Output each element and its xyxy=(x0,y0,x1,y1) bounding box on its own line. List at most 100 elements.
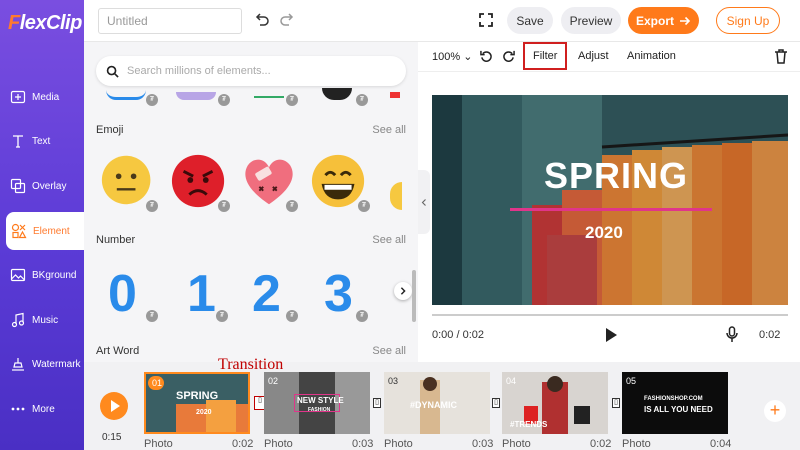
timeline-clip-2[interactable]: 02 NEW STYLE FASHION xyxy=(264,372,370,434)
element-panel: ₮ ₮ ₮ ₮ Emoji See all ₮ ₮ ₮ ₮ xyxy=(84,42,418,362)
sidebar-item-bkground[interactable]: BKground xyxy=(0,256,84,294)
transition-button-4[interactable]: ▯ xyxy=(612,398,620,408)
premium-badge-icon: ₮ xyxy=(146,94,158,106)
premium-badge-icon: ₮ xyxy=(356,94,368,106)
premium-badge-icon: ₮ xyxy=(218,94,230,106)
panel-scrollbar[interactable] xyxy=(412,270,416,322)
clip-subtext: 2020 xyxy=(196,409,212,416)
rotate-left-icon[interactable] xyxy=(480,50,493,63)
element-search[interactable] xyxy=(96,56,406,86)
clip-text: NEW STYLE xyxy=(297,396,344,405)
transition-button-3[interactable]: ▯ xyxy=(492,398,500,408)
timeline-clip-4[interactable]: 04 #TRENDS xyxy=(502,372,608,434)
trash-icon[interactable] xyxy=(774,49,788,64)
neutral-face-icon xyxy=(101,155,151,205)
sidebar-item-watermark[interactable]: Watermark xyxy=(0,345,84,383)
search-input[interactable] xyxy=(127,65,387,77)
clip-subtext: IS ALL YOU NEED xyxy=(644,405,713,414)
sidebar-item-overlay[interactable]: Overlay xyxy=(0,167,84,205)
animation-tab[interactable]: Animation xyxy=(627,50,676,62)
sidebar: FlexClip Media Text Overlay Element BKgr… xyxy=(0,0,84,450)
undo-icon[interactable] xyxy=(254,12,270,28)
emoji-angry-face[interactable]: ₮ xyxy=(170,152,230,216)
clip-number: 03 xyxy=(388,376,399,386)
premium-badge-icon: ₮ xyxy=(146,310,158,322)
preview-year-text: 2020 xyxy=(585,223,623,242)
clip-caption: Photo xyxy=(502,438,531,450)
save-button[interactable]: Save xyxy=(507,7,553,34)
clip-text: #TRENDS xyxy=(510,420,548,429)
video-preview[interactable]: SPRING 2020 xyxy=(432,95,788,305)
timeline-clip-3[interactable]: 03 #DYNAMIC xyxy=(384,372,490,434)
number-three-element[interactable]: 3 xyxy=(324,268,353,320)
sidebar-item-more[interactable]: More xyxy=(0,390,84,428)
sign-up-button[interactable]: Sign Up xyxy=(716,7,780,34)
timeline-play-button[interactable] xyxy=(100,392,128,420)
premium-badge-icon: ₮ xyxy=(216,310,228,322)
filter-tab[interactable]: Filter xyxy=(533,50,557,62)
number-zero-element[interactable]: 0 xyxy=(108,268,137,320)
total-duration: 0:02 xyxy=(759,329,781,341)
see-all-emoji-link[interactable]: See all xyxy=(372,124,406,136)
zoom-select[interactable]: 100% ⌄ xyxy=(432,50,472,63)
timeline-clip-5[interactable]: 05 FASHIONSHOP.COM IS ALL YOU NEED xyxy=(622,372,728,434)
partial-emoji xyxy=(390,182,402,210)
fullscreen-icon[interactable] xyxy=(478,12,494,28)
adjust-tab[interactable]: Adjust xyxy=(578,50,609,62)
current-time: 0:00 / 0:02 xyxy=(432,329,484,341)
microphone-icon[interactable] xyxy=(726,326,738,343)
premium-badge-icon: ₮ xyxy=(356,310,368,322)
see-all-art-word-link[interactable]: See all xyxy=(372,345,406,357)
clip-duration: 0:03 xyxy=(352,438,374,450)
emoji-neutral-face[interactable]: ₮ xyxy=(100,152,160,216)
clip-duration: 0:02 xyxy=(232,438,254,450)
flexclip-logo[interactable]: FlexClip xyxy=(8,12,82,35)
element-icon xyxy=(11,223,27,239)
sidebar-item-label: More xyxy=(32,403,55,415)
project-title-input[interactable] xyxy=(98,8,242,34)
timeline-clip-1[interactable]: 01 SPRING 2020 xyxy=(144,372,250,434)
premium-badge-icon: ₮ xyxy=(286,94,298,106)
add-clip-button[interactable]: + xyxy=(764,400,786,422)
number-two-element[interactable]: 2 xyxy=(252,268,281,320)
emoji-grinning-face[interactable]: ₮ xyxy=(310,152,370,216)
scroll-right-button[interactable] xyxy=(394,282,412,300)
collapse-panel-handle[interactable] xyxy=(418,170,430,234)
emoji-bandaged-heart[interactable]: ₮ xyxy=(240,152,300,216)
sidebar-item-music[interactable]: Music xyxy=(0,301,84,339)
preview-progress-bar[interactable] xyxy=(432,314,788,316)
more-icon xyxy=(11,407,25,411)
clip-duration: 0:02 xyxy=(590,438,612,450)
sidebar-item-label: Text xyxy=(32,135,51,147)
watermark-icon xyxy=(12,358,24,371)
sidebar-item-text[interactable]: Text xyxy=(0,122,84,160)
export-button[interactable]: Export xyxy=(628,7,699,34)
sidebar-item-media[interactable]: Media xyxy=(0,78,84,116)
number-one-element[interactable]: 1 xyxy=(187,268,216,320)
premium-badge-icon: ₮ xyxy=(358,200,370,212)
editor-toolbar: 100% ⌄ Filter Adjust Animation xyxy=(418,42,800,72)
rotate-right-icon[interactable] xyxy=(502,50,515,63)
zoom-value: 100% xyxy=(432,51,461,63)
preview-image xyxy=(432,95,788,305)
redo-icon[interactable] xyxy=(279,12,295,28)
premium-badge-icon: ₮ xyxy=(286,200,298,212)
play-icon xyxy=(111,400,120,412)
preview-button[interactable]: Preview xyxy=(561,7,621,34)
see-all-number-link[interactable]: See all xyxy=(372,234,406,246)
sidebar-item-element[interactable]: Element xyxy=(6,212,84,250)
transition-button-2[interactable]: ▯ xyxy=(373,398,381,408)
chevron-left-icon xyxy=(421,198,426,206)
clip-caption: Photo xyxy=(384,438,413,450)
clip-caption: Photo xyxy=(622,438,651,450)
premium-badge-icon: ₮ xyxy=(286,310,298,322)
music-icon xyxy=(11,312,25,328)
app-root: FlexClip Media Text Overlay Element BKgr… xyxy=(0,0,800,450)
clip-duration: 0:04 xyxy=(710,438,732,450)
sidebar-item-label: Music xyxy=(32,314,59,326)
sidebar-item-label: Media xyxy=(32,91,60,103)
play-icon[interactable] xyxy=(604,327,618,343)
clip-text: #DYNAMIC xyxy=(410,400,458,410)
timeline: 0:15 Transition 01 SPRING 2020 Photo 0:0… xyxy=(84,356,800,450)
timeline-elapsed: 0:15 xyxy=(102,432,122,443)
